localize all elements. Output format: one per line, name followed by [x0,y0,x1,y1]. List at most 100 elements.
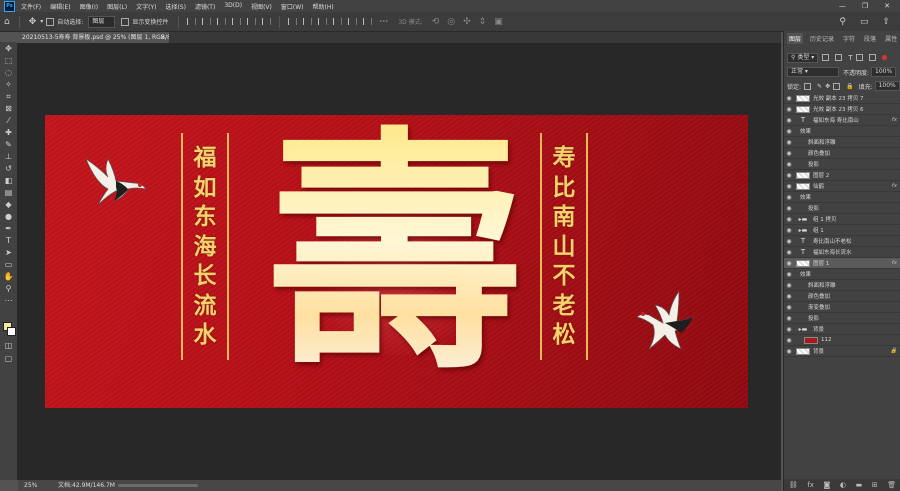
layer-row[interactable]: ◉ 图层 1 fx [784,258,900,269]
auto-select-checkbox[interactable] [46,17,55,26]
layer-row[interactable]: ◉ 斜面和浮雕 [784,280,900,291]
adjustment-filter-icon[interactable] [835,54,843,61]
menu-item[interactable]: 3D(D) [224,2,242,11]
show-transform-checkbox[interactable] [121,17,130,26]
visibility-eye-icon[interactable]: ◉ [784,150,794,157]
menu-item[interactable]: 文件(F) [21,2,41,11]
visibility-eye-icon[interactable]: ◉ [784,326,794,333]
more-options-icon[interactable]: ⋯ [379,17,388,27]
layer-row[interactable]: ◉ 渐变叠加 [784,302,900,313]
lock-artboard-icon[interactable] [833,82,841,90]
align-center-icon[interactable] [202,18,212,25]
layer-row[interactable]: ◉ T 福如东海 寿比南山 fx [784,115,900,126]
visibility-eye-icon[interactable]: ◉ [784,183,794,190]
history-brush-icon[interactable]: ↺ [2,163,15,174]
lock-transparent-icon[interactable] [804,82,812,90]
visibility-eye-icon[interactable]: ◉ [784,260,794,267]
fx-icon[interactable]: fx [892,117,897,123]
layer-row[interactable]: ◉ 投影 [784,159,900,170]
visibility-eye-icon[interactable]: ◉ [784,139,794,146]
layer-row[interactable]: ◉ T 福如东海长流水 [784,247,900,258]
marquee-tool-icon[interactable]: ⬚ [2,55,15,66]
3d-video-icon[interactable]: ▣ [494,17,503,27]
restore-icon[interactable]: ❐ [862,2,868,10]
visibility-eye-icon[interactable]: ◉ [784,106,794,113]
auto-select-dropdown[interactable]: 图层 [88,15,116,28]
visibility-eye-icon[interactable]: ◉ [784,194,794,201]
panel-tab[interactable]: 段落 [862,33,878,44]
folder-icon[interactable]: ▸▬ [796,326,810,333]
left-couplet[interactable]: 福如东海长流水 [181,133,229,360]
background-color-swatch[interactable] [7,327,16,336]
layer-row[interactable]: ◉ 光效 副本 23 拷贝 6 [784,104,900,115]
clone-stamp-icon[interactable]: ⊥ [2,151,15,162]
shou-calligraphy[interactable]: 壽 [255,115,535,405]
crop-tool-icon[interactable]: ⌗ [2,91,15,102]
close-icon[interactable]: ✕ [884,2,890,10]
eraser-icon[interactable]: ◧ [2,175,15,186]
3d-roll-icon[interactable]: ◎ [447,17,455,27]
panel-tab[interactable]: 图层 [787,33,804,44]
blur-tool-icon[interactable]: ◆ [2,199,15,210]
opacity-input[interactable]: 100% [871,67,897,77]
visibility-eye-icon[interactable]: ◉ [784,282,794,289]
menu-item[interactable]: 图像(I) [80,2,98,11]
distribute-bottom-icon[interactable] [318,18,328,25]
distribute-right-icon[interactable] [363,18,373,25]
3d-slide-icon[interactable]: ⇕ [479,17,487,27]
layer-row[interactable]: ◉ 背景 🔒 [784,346,900,357]
new-group-icon[interactable]: ▬ [856,481,863,489]
panel-tab[interactable]: 历史记录 [808,33,836,44]
lock-position-icon[interactable]: ✥ [825,83,830,90]
distribute-top-icon[interactable] [288,18,298,25]
smart-object-filter-icon[interactable] [868,54,876,61]
folder-icon[interactable]: ▸▬ [796,216,810,223]
align-left-icon[interactable] [187,18,197,25]
visibility-eye-icon[interactable]: ◉ [784,337,794,344]
visibility-eye-icon[interactable]: ◉ [784,95,794,102]
move-tool-icon[interactable]: ✥ [29,17,37,27]
menu-item[interactable]: 编辑(E) [50,2,70,11]
layer-row[interactable]: ◉ ▸▬ 背景 [784,324,900,335]
visibility-eye-icon[interactable]: ◉ [784,227,794,234]
align-right-icon[interactable] [217,18,227,25]
dodge-tool-icon[interactable]: ● [2,211,15,222]
fx-icon[interactable]: fx [892,260,897,266]
menu-item[interactable]: 文字(Y) [136,2,156,11]
search-icon[interactable]: ⚲ [839,17,846,27]
eyedropper-icon[interactable]: ⁄ [2,115,15,126]
layer-row[interactable]: ◉ 颜色叠加 [784,291,900,302]
home-icon[interactable]: ⌂ [4,17,10,27]
type-filter-icon[interactable]: T [848,54,852,62]
align-top-icon[interactable] [232,18,242,25]
visibility-eye-icon[interactable]: ◉ [784,216,794,223]
align-middle-icon[interactable] [247,18,257,25]
layer-row[interactable]: ◉ 效果 [784,269,900,280]
layer-row[interactable]: ◉ 图层 2 [784,170,900,181]
menu-item[interactable]: 滤镜(T) [195,2,215,11]
pixel-filter-icon[interactable] [822,54,830,61]
healing-brush-icon[interactable]: ✚ [2,127,15,138]
brush-tool-icon[interactable]: ✎ [2,139,15,150]
layer-row[interactable]: ◉ ▸▬ 组 1 [784,225,900,236]
delete-layer-icon[interactable]: 🗑 [887,481,896,489]
menu-item[interactable]: 窗口(W) [281,2,304,11]
filter-toggle-icon[interactable] [881,55,887,60]
zoom-level[interactable]: 25% [24,480,37,491]
move-tool-icon[interactable]: ✥ [2,43,15,54]
horizontal-scrollbar[interactable] [118,484,198,487]
minimize-icon[interactable]: — [839,2,846,10]
visibility-eye-icon[interactable]: ◉ [784,117,794,124]
layer-row[interactable]: ◉ 投影 [784,313,900,324]
visibility-eye-icon[interactable]: ◉ [784,271,794,278]
layer-style-icon[interactable]: fx [807,481,814,489]
menu-item[interactable]: 选择(S) [165,2,186,11]
document-tab[interactable]: 20210513-5寿寿 背景板.psd @ 25% (图层 1, RGB/8)… [17,32,173,43]
visibility-eye-icon[interactable]: ◉ [784,238,794,245]
3d-orbit-icon[interactable]: ⟲ [432,17,440,27]
layer-row[interactable]: ◉ 112 [784,335,900,346]
folder-icon[interactable]: ▸▬ [796,227,810,234]
chevron-down-icon[interactable]: ▾ [40,18,43,25]
visibility-eye-icon[interactable]: ◉ [784,172,794,179]
hand-tool-icon[interactable]: ✋ [2,271,15,282]
